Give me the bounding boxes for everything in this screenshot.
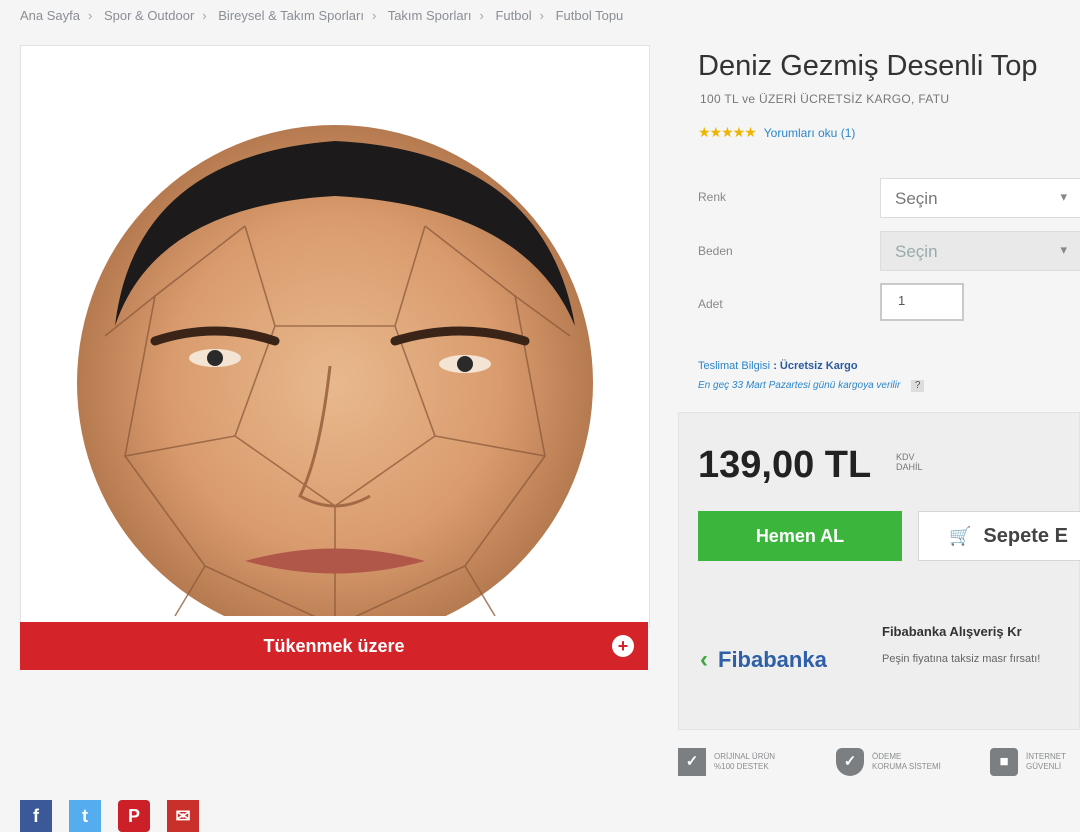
chevron-right-icon: › — [202, 8, 207, 23]
add-to-cart-button[interactable]: 🛒 Sepete E — [918, 511, 1080, 561]
delivery-value: : Ücretsiz Kargo — [773, 360, 858, 372]
stock-warning-label: Tükenmek üzere — [263, 635, 405, 656]
breadcrumb-item[interactable]: Futbol Topu — [556, 8, 624, 23]
price: 139,00 TL — [698, 444, 872, 486]
lock-icon: ■ — [990, 748, 1018, 776]
trust-badge-payment: ✓ ÖDEME KORUMA SİSTEMİ — [836, 748, 941, 776]
product-image-ball[interactable] — [75, 96, 595, 616]
delivery-info: Teslimat Bilgisi : Ücretsiz Kargo — [698, 360, 858, 372]
badge-line: %100 DESTEK — [714, 762, 769, 771]
chevron-right-icon: › — [479, 8, 484, 23]
trust-badge-original: ✓ ORİJİNAL ÜRÜN %100 DESTEK — [678, 748, 775, 776]
vat-line-1: KDV — [896, 452, 915, 462]
breadcrumb: Ana Sayfa › Spor & Outdoor › Bireysel & Ta… — [20, 8, 623, 23]
size-select[interactable]: Seçin ▾ — [880, 231, 1080, 271]
size-label: Beden — [698, 244, 733, 258]
badge-line: KORUMA SİSTEMİ — [872, 762, 941, 771]
breadcrumb-item[interactable]: Bireysel & Takım Sporları — [218, 8, 364, 23]
chevron-left-icon: ‹ — [700, 646, 708, 673]
facebook-icon[interactable]: f — [20, 800, 52, 832]
buy-now-button[interactable]: Hemen AL — [698, 511, 902, 561]
breadcrumb-item[interactable]: Spor & Outdoor — [104, 8, 194, 23]
quantity-label: Adet — [698, 297, 723, 311]
delivery-note: En geç 33 Mart Pazartesi günü kargoya ve… — [698, 380, 901, 391]
color-select[interactable]: Seçin ▾ — [880, 178, 1080, 218]
fibabanka-logo: ‹ Fibabanka — [700, 646, 827, 674]
cart-icon: 🛒 — [949, 525, 972, 546]
vat-line-2: DAHİL — [896, 462, 923, 472]
product-title: Deniz Gezmiş Desenli Top — [698, 50, 1038, 82]
delivery-label: Teslimat Bilgisi — [698, 360, 771, 372]
plus-circle-icon[interactable]: + — [612, 635, 634, 657]
free-shipping-note: 100 TL ve ÜZERİ ÜCRETSİZ KARGO, FATU — [700, 92, 950, 106]
vat-note: KDV DAHİL — [896, 452, 923, 472]
product-image-panel[interactable] — [20, 45, 650, 627]
delivery-note-row: En geç 33 Mart Pazartesi günü kargoya ve… — [698, 380, 925, 392]
chevron-down-icon: ▾ — [1060, 189, 1067, 204]
chevron-right-icon: › — [88, 8, 93, 23]
star-rating-icon: ★★★★★ — [698, 124, 757, 140]
quantity-input[interactable]: 1 — [880, 283, 964, 321]
bank-promo-desc: Peşin fiyatına taksiz masr fırsatı! — [882, 653, 1041, 665]
help-icon[interactable]: ? — [911, 380, 925, 392]
twitter-icon[interactable]: t — [69, 800, 101, 832]
fibabanka-logo-text: Fibabanka — [718, 647, 827, 672]
social-share: f t P ✉ — [20, 800, 216, 832]
badge-line: ORİJİNAL ÜRÜN — [714, 752, 776, 761]
color-select-value: Seçin — [895, 189, 938, 208]
size-select-value: Seçin — [895, 242, 938, 261]
badge-line: İNTERNET — [1026, 752, 1066, 761]
shield-icon: ✓ — [836, 748, 864, 776]
badge-line: GÜVENLİ — [1026, 762, 1062, 771]
original-product-icon: ✓ — [678, 748, 706, 776]
mail-icon[interactable]: ✉ — [167, 800, 199, 832]
pinterest-icon[interactable]: P — [118, 800, 150, 832]
bank-promo-title: Fibabanka Alışveriş Kr — [882, 624, 1022, 639]
chevron-down-icon: ▾ — [1060, 242, 1067, 257]
product-rating: ★★★★★ Yorumları oku (1) — [698, 124, 855, 141]
stock-warning-banner: Tükenmek üzere + — [20, 622, 648, 670]
chevron-right-icon: › — [539, 8, 544, 23]
breadcrumb-item[interactable]: Takım Sporları — [388, 8, 472, 23]
color-label: Renk — [698, 190, 727, 204]
badge-line: ÖDEME — [872, 752, 902, 761]
add-to-cart-label: Sepete E — [983, 524, 1068, 547]
chevron-right-icon: › — [371, 8, 377, 23]
breadcrumb-item[interactable]: Futbol — [495, 8, 531, 23]
reviews-link[interactable]: Yorumları oku (1) — [764, 126, 856, 140]
trust-badge-secure: ■ İNTERNET GÜVENLİ — [990, 748, 1066, 776]
breadcrumb-item[interactable]: Ana Sayfa — [20, 8, 80, 23]
